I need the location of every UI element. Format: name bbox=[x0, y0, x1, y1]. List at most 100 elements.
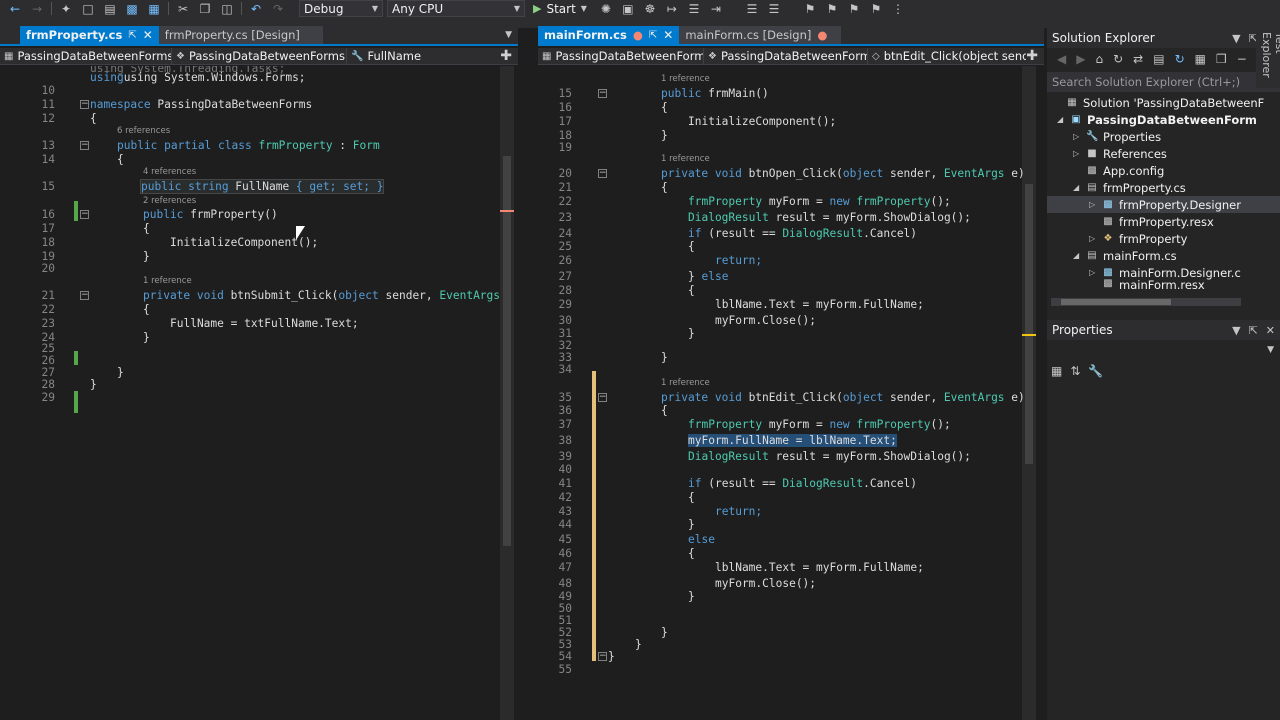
collapse-icon[interactable]: − bbox=[80, 210, 89, 219]
tab-mainform-design[interactable]: mainForm.cs [Design] ● bbox=[679, 26, 842, 44]
test-explorer-rail[interactable]: Test Explorer bbox=[1256, 28, 1280, 88]
tree-item-solution[interactable]: ▦ Solution 'PassingDataBetweenF bbox=[1053, 94, 1264, 111]
codelens-references[interactable]: 1 reference bbox=[661, 74, 710, 84]
cut-icon[interactable]: ✂ bbox=[172, 0, 194, 17]
start-button[interactable]: ▶ Start ▼ bbox=[533, 2, 587, 16]
solution-horizontal-scrollbar[interactable] bbox=[1051, 298, 1241, 306]
tree-item-app-config[interactable]: ▩ App.config bbox=[1073, 162, 1164, 179]
solution-configuration-select[interactable]: Debug ▼ bbox=[299, 0, 383, 17]
open-folder-icon[interactable]: ▤ bbox=[99, 0, 121, 17]
scrollbar-thumb[interactable] bbox=[1025, 184, 1033, 464]
close-icon[interactable]: ✕ bbox=[1266, 324, 1275, 337]
save-all-icon[interactable]: ▦ bbox=[143, 0, 165, 17]
codelens-references[interactable]: 2 references bbox=[143, 196, 196, 206]
tree-item-references[interactable]: ▷ ■ References bbox=[1073, 145, 1167, 162]
property-pages-icon[interactable]: 🔧 bbox=[1088, 364, 1103, 378]
codelens-references[interactable]: 1 reference bbox=[143, 276, 192, 286]
sync-icon[interactable]: ⇄ bbox=[1133, 52, 1143, 66]
codelens-references[interactable]: 1 reference bbox=[661, 378, 710, 388]
indent-icon[interactable]: ⇥ bbox=[705, 0, 727, 17]
pin-icon[interactable]: ⇱ bbox=[128, 30, 136, 41]
member-dropdown[interactable]: 🔧 FullName bbox=[347, 48, 492, 65]
scrollbar-thumb[interactable] bbox=[503, 156, 511, 546]
properties-icon[interactable]: ❒ bbox=[1216, 52, 1227, 66]
save-icon[interactable]: ▩ bbox=[121, 0, 143, 17]
tab-overflow-icon[interactable]: ▼ bbox=[505, 30, 518, 44]
uncomment-icon[interactable]: ☰ bbox=[763, 0, 785, 17]
dropdown-icon[interactable]: ▼ bbox=[1232, 32, 1240, 45]
pin-icon[interactable]: ⇱ bbox=[1249, 324, 1258, 337]
bookmark-prev-icon[interactable]: ⚑ bbox=[821, 0, 843, 17]
split-window-icon[interactable]: ✚ bbox=[1026, 48, 1044, 64]
new-project-icon[interactable]: ✦ bbox=[55, 0, 77, 17]
tab-mainform-cs[interactable]: mainForm.cs ● ⇱ ✕ bbox=[538, 26, 680, 44]
tree-item-label: frmProperty bbox=[1119, 231, 1188, 246]
tree-item-mainform-resx[interactable]: ▩ mainForm.resx bbox=[1089, 278, 1204, 289]
collapse-icon[interactable]: − bbox=[598, 169, 607, 178]
back-icon[interactable]: ← bbox=[4, 0, 26, 17]
back-icon[interactable]: ◀ bbox=[1057, 52, 1066, 66]
more-icon[interactable]: ⋮ bbox=[887, 0, 909, 17]
bookmark-next-icon[interactable]: ⚑ bbox=[843, 0, 865, 17]
switch-views-icon[interactable]: ↻ bbox=[1113, 52, 1123, 66]
codelens-references[interactable]: 6 references bbox=[117, 126, 170, 136]
bookmark-icon[interactable]: ⚑ bbox=[799, 0, 821, 17]
categorized-icon[interactable]: ▦ bbox=[1051, 364, 1062, 378]
forward-icon[interactable]: → bbox=[26, 0, 48, 17]
collapse-icon[interactable]: − bbox=[80, 291, 89, 300]
tree-item-properties[interactable]: ▷ 🔧 Properties bbox=[1073, 128, 1161, 145]
scrollbar-thumb[interactable] bbox=[1061, 299, 1171, 305]
collapse-all-icon[interactable]: ▦ bbox=[1195, 52, 1206, 66]
redo-icon[interactable]: ↷ bbox=[267, 0, 289, 17]
home-icon[interactable]: ⌂ bbox=[1095, 52, 1103, 66]
tree-item-frmproperty-resx[interactable]: ▩ frmProperty.resx bbox=[1089, 213, 1214, 230]
solution-platform-select[interactable]: Any CPU ▼ bbox=[387, 0, 525, 17]
tree-item-frmproperty-class[interactable]: ▷ ❖ frmProperty bbox=[1089, 230, 1187, 247]
pin-icon[interactable]: ⇱ bbox=[649, 30, 657, 41]
type-dropdown[interactable]: ❖PassingDataBetweenForms.▼ bbox=[704, 47, 868, 65]
new-item-icon[interactable]: □ bbox=[77, 0, 99, 17]
codelens-references[interactable]: 4 references bbox=[143, 167, 196, 177]
tab-frmproperty-cs[interactable]: frmProperty.cs ⇱ ✕ bbox=[20, 26, 159, 44]
collapse-icon[interactable]: − bbox=[598, 652, 607, 661]
project-dropdown[interactable]: ▦PassingDataBetweenForms▼ bbox=[0, 47, 172, 65]
close-icon[interactable]: ✕ bbox=[663, 28, 673, 42]
comment-icon[interactable]: ☰ bbox=[741, 0, 763, 17]
tree-item-frmproperty-cs[interactable]: ◢ ▤ frmProperty.cs bbox=[1073, 179, 1186, 196]
tree-item-project[interactable]: ◢ ▣ PassingDataBetweenForm bbox=[1057, 111, 1257, 128]
forward-icon[interactable]: ▶ bbox=[1076, 52, 1085, 66]
left-vertical-scrollbar[interactable] bbox=[500, 66, 514, 720]
tree-item-mainform-cs[interactable]: ◢ ▤ mainForm.cs bbox=[1073, 247, 1177, 264]
properties-object-select[interactable]: ▼ bbox=[1047, 340, 1280, 360]
more-icon[interactable]: − bbox=[1237, 52, 1247, 66]
hot-reload-icon[interactable]: ✺ bbox=[595, 0, 617, 17]
copy-icon[interactable]: ❐ bbox=[194, 0, 216, 17]
bookmark-clear-icon[interactable]: ⚑ bbox=[865, 0, 887, 17]
diagnostics-icon[interactable]: ☸ bbox=[639, 0, 661, 17]
split-window-icon[interactable]: ✚ bbox=[500, 48, 518, 64]
tree-item-frmproperty-designer[interactable]: ▷ ▩ frmProperty.Designer bbox=[1047, 196, 1280, 213]
tab-frmproperty-design[interactable]: frmProperty.cs [Design] bbox=[158, 26, 323, 44]
collapse-icon[interactable]: − bbox=[80, 100, 89, 109]
collapse-icon[interactable]: − bbox=[598, 393, 607, 402]
panel-title: Properties bbox=[1052, 323, 1113, 337]
collapse-icon[interactable]: − bbox=[598, 89, 607, 98]
step-icon[interactable]: ↦ bbox=[661, 0, 683, 17]
alphabetical-icon[interactable]: ⇅ bbox=[1070, 364, 1080, 378]
close-icon[interactable]: ✕ bbox=[143, 28, 153, 42]
type-dropdown[interactable]: ❖PassingDataBetweenForms.▼ bbox=[172, 47, 347, 65]
paste-icon[interactable]: ◫ bbox=[216, 0, 238, 17]
dropdown-icon[interactable]: ▼ bbox=[1232, 324, 1240, 337]
solution-search-input[interactable]: Search Solution Explorer (Ctrl+;)⚲ bbox=[1047, 72, 1280, 92]
collapse-icon[interactable]: − bbox=[80, 141, 89, 150]
member-dropdown[interactable]: ◇btnEdit_Click(object sender, bbox=[868, 48, 1026, 65]
refresh-icon[interactable]: ↻ bbox=[1175, 52, 1185, 66]
codelens-references[interactable]: 1 reference bbox=[661, 154, 710, 164]
left-tab-strip: frmProperty.cs ⇱ ✕ frmProperty.cs [Design]… bbox=[0, 26, 518, 46]
camera-icon[interactable]: ▣ bbox=[617, 0, 639, 17]
project-dropdown[interactable]: ▦PassingDataBetweenForms▼ bbox=[538, 47, 704, 65]
show-all-files-icon[interactable]: ▤ bbox=[1153, 52, 1164, 66]
undo-icon[interactable]: ↶ bbox=[245, 0, 267, 17]
format-icon[interactable]: ☰ bbox=[683, 0, 705, 17]
left-code-editor[interactable]: 10 using System.Threading.Tasks; usingus… bbox=[0, 66, 518, 720]
